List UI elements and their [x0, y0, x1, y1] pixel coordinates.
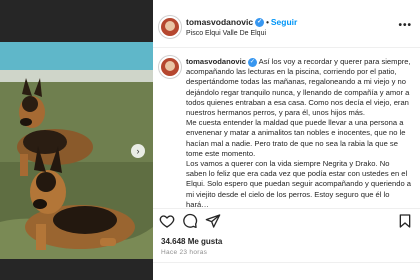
follow-button[interactable]: Seguir — [271, 17, 297, 27]
likes-count[interactable]: 34.648 Me gusta — [161, 237, 222, 246]
comment-icon[interactable] — [182, 213, 198, 229]
header-user-line: tomasvodanovic ✓ • Seguir — [186, 17, 297, 28]
caption-body: Así los voy a recordar y querer para sie… — [186, 57, 412, 208]
bookmark-icon[interactable] — [397, 213, 413, 229]
caption-username[interactable]: tomasvodanovic — [186, 57, 246, 66]
caption-verified-badge-icon: ✓ — [247, 57, 257, 67]
post-timestamp[interactable]: Hace 23 horas — [161, 249, 207, 256]
heart-icon[interactable] — [159, 213, 175, 229]
send-icon[interactable] — [205, 213, 221, 229]
caption-avatar[interactable] — [159, 56, 181, 78]
post-header: tomasvodanovic ✓ • Seguir Pisco Elqui Valle… — [153, 8, 420, 48]
avatar[interactable] — [159, 16, 181, 38]
divider — [153, 208, 420, 209]
caption-area: tomasvodanovic ✓ Así los voy a recordar y… — [153, 50, 420, 208]
location-link[interactable]: Pisco Elqui Valle De Elqui — [186, 30, 266, 37]
more-options-button[interactable]: ••• — [398, 20, 412, 31]
separator-dot: • — [266, 18, 269, 27]
chevron-right-icon: › — [136, 146, 140, 156]
post-panel: tomasvodanovic ✓ • Seguir Pisco Elqui Valle… — [153, 0, 420, 280]
caption-text: tomasvodanovic ✓ Así los voy a recordar y… — [186, 57, 412, 208]
next-image-button[interactable]: › — [131, 144, 145, 158]
header-username[interactable]: tomasvodanovic — [186, 17, 253, 27]
comment-bar — [153, 262, 420, 280]
action-bar — [153, 210, 420, 232]
verified-badge-icon: ✓ — [255, 18, 265, 28]
